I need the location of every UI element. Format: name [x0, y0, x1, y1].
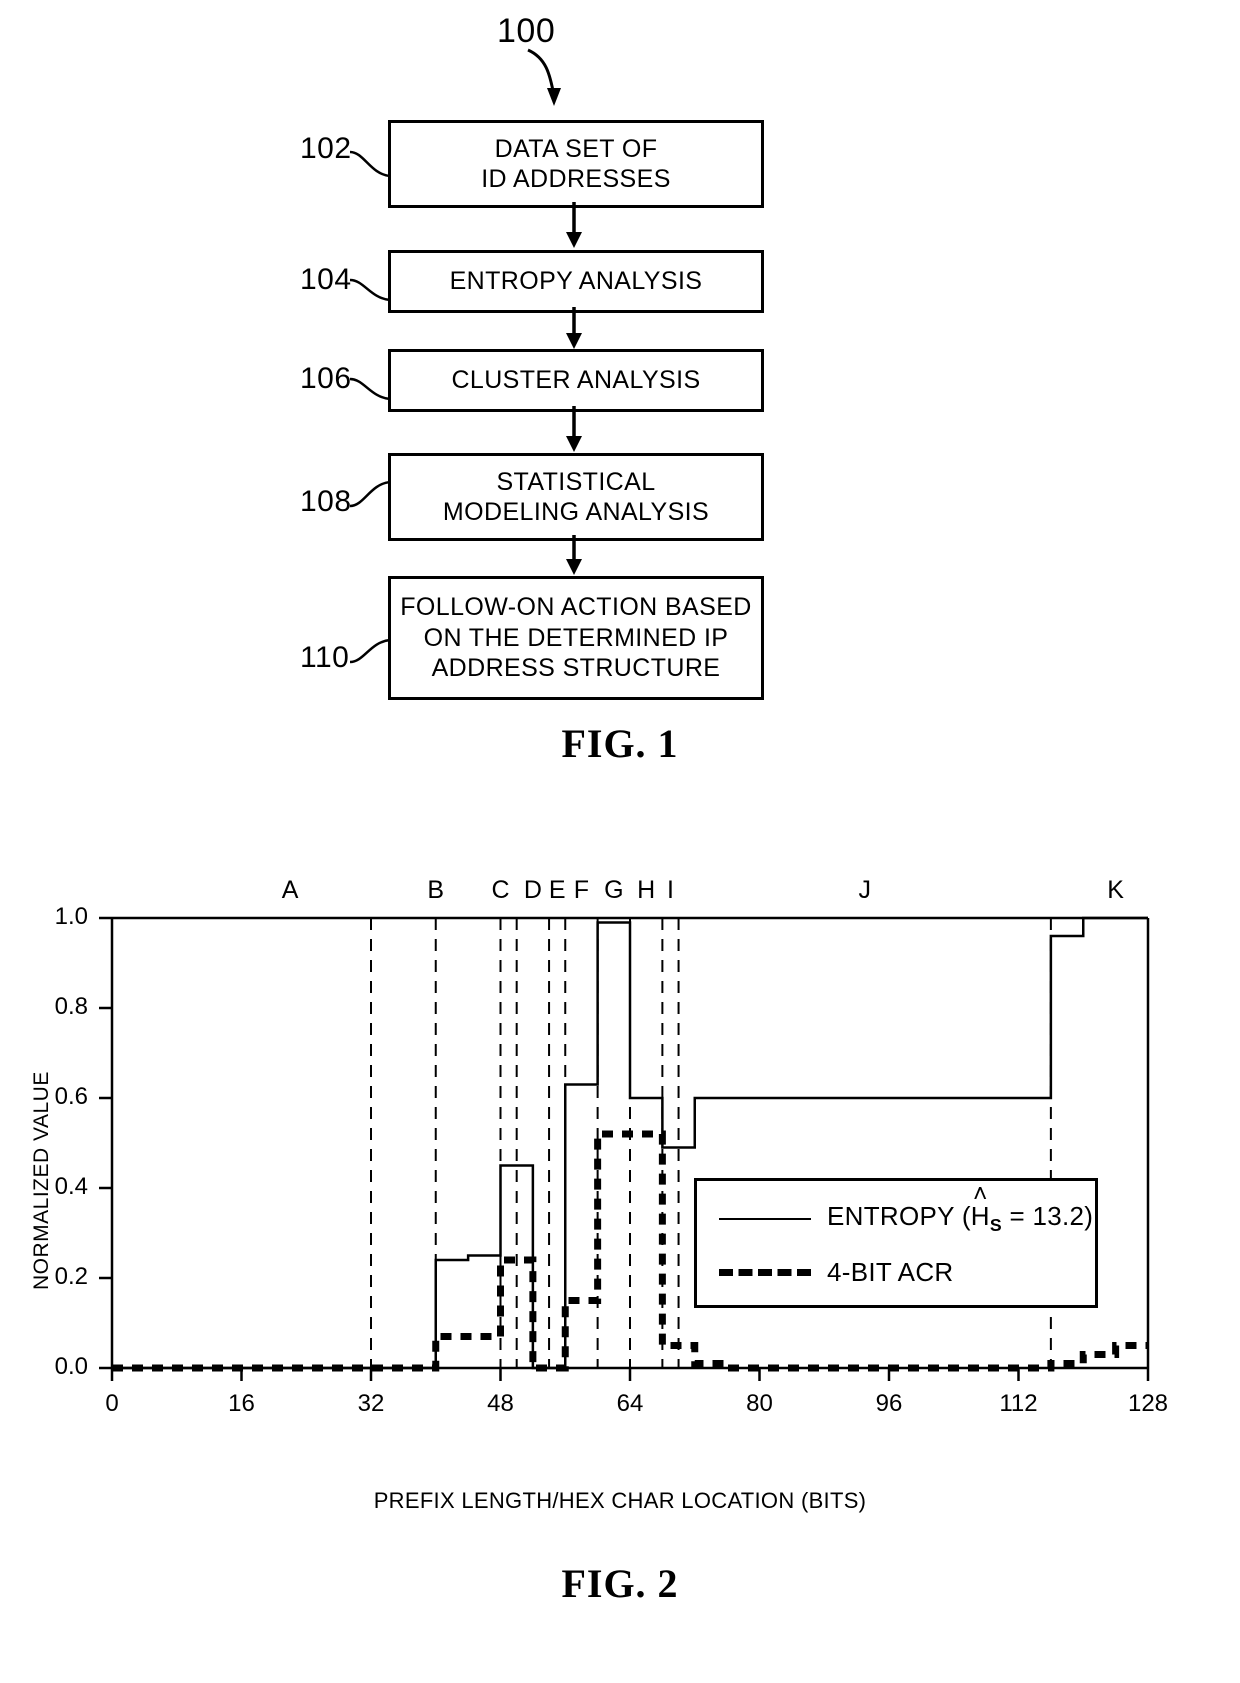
- flow-step-follow-on-action: FOLLOW-ON ACTION BASED ON THE DETERMINED…: [388, 576, 764, 700]
- legend-label-entropy: ENTROPY (˄ HS = 13.2): [827, 1181, 1094, 1236]
- x-axis-title: PREFIX LENGTH/HEX CHAR LOCATION (BITS): [373, 1488, 867, 1513]
- y-tick-label: 0.4: [54, 1173, 88, 1200]
- flow-step-data-set-of-id-addresses: DATA SET OF ID ADDRESSES: [388, 120, 764, 208]
- figure-1: 100 102 DATA SET OF ID ADDRESSES 104 ENT…: [0, 0, 1240, 800]
- flow-arrow-104-to-106-icon: [566, 307, 582, 349]
- flow-step-104-line-1: ENTROPY ANALYSIS: [449, 267, 703, 296]
- flow-step-entropy-analysis: ENTROPY ANALYSIS: [388, 250, 764, 313]
- cluster-label-a: A: [281, 876, 299, 904]
- x-tick-label: 0: [105, 1390, 119, 1417]
- chart-legend: ENTROPY (˄ HS = 13.2) 4-BIT ACR: [694, 1178, 1098, 1308]
- figure-1-diagram-ref: 100: [497, 12, 556, 50]
- figure-2-caption: FIG. 2: [561, 1561, 679, 1606]
- legend-label-acr: 4-BIT ACR: [827, 1257, 954, 1287]
- cluster-label-i: I: [666, 876, 674, 904]
- x-tick-label: 48: [487, 1390, 514, 1417]
- y-tick-label: 0.6: [54, 1083, 88, 1110]
- legend-item-entropy: ENTROPY (˄ HS = 13.2): [719, 1181, 1094, 1236]
- leader-line-106-icon: [349, 377, 391, 401]
- flow-step-102-line-1: DATA SET OF: [494, 134, 658, 163]
- step-ref-108: 108: [300, 485, 352, 518]
- x-tick-label: 112: [999, 1390, 1038, 1417]
- cluster-label-k: K: [1107, 876, 1124, 904]
- x-tick-label: 96: [875, 1390, 903, 1417]
- flow-step-108-line-2: MODELING ANALYSIS: [442, 498, 710, 526]
- flow-arrow-108-to-110-icon: [566, 535, 582, 575]
- x-tick-label: 80: [746, 1390, 773, 1417]
- cluster-label-b: B: [427, 876, 445, 904]
- step-ref-110: 110: [300, 641, 350, 674]
- legend-item-acr: 4-BIT ACR: [719, 1257, 953, 1288]
- flow-arrow-106-to-108-icon: [566, 406, 582, 452]
- hat-accent-icon: ˄: [972, 1181, 988, 1209]
- figure-1-caption: FIG. 1: [561, 721, 679, 766]
- x-tick-label: 128: [1127, 1390, 1169, 1417]
- cluster-label-j: J: [858, 876, 871, 904]
- step-ref-106: 106: [300, 362, 352, 395]
- x-tick-label: 16: [228, 1390, 255, 1417]
- flow-step-cluster-analysis: CLUSTER ANALYSIS: [388, 349, 764, 412]
- leader-line-102-icon: [349, 150, 391, 178]
- flow-step-110-line-1: FOLLOW-ON ACTION BASED: [400, 593, 752, 622]
- chart-plot-area: [99, 916, 1150, 1381]
- flow-step-110-line-2: ON THE DETERMINED IP: [423, 623, 729, 652]
- flow-arrow-102-to-104-icon: [566, 202, 582, 248]
- flow-step-102-line-2: ID ADDRESSES: [481, 165, 671, 193]
- leader-line-104-icon: [349, 278, 391, 302]
- x-tick-label: 32: [357, 1390, 385, 1417]
- legend-line-solid-icon: [719, 1217, 811, 1220]
- flow-step-108-line-1: STATISTICAL: [496, 467, 656, 496]
- step-ref-104: 104: [300, 263, 352, 296]
- figure-2: NORMALIZED VALUE 0.0 0.2 0.4 0.6 0.8 1.0 0 16 3…: [0, 860, 1240, 1680]
- y-tick-label: 0.8: [54, 993, 88, 1020]
- flow-step-110-line-3: ADDRESS STRUCTURE: [431, 654, 721, 683]
- x-tick-label: 64: [616, 1390, 644, 1417]
- step-ref-102: 102: [300, 132, 352, 165]
- leader-line-108-icon: [349, 480, 391, 508]
- leader-line-110-icon: [349, 638, 391, 664]
- y-tick-label: 0.2: [54, 1263, 88, 1290]
- legend-line-dashed-icon: [719, 1269, 811, 1276]
- y-tick-label: 0.0: [54, 1353, 88, 1380]
- diagram-ref-arrow-icon: [527, 48, 561, 106]
- flow-step-statistical-modeling-analysis: STATISTICAL MODELING ANALYSIS: [388, 453, 764, 541]
- y-tick-label: 1.0: [54, 903, 88, 930]
- flow-step-106-line-1: CLUSTER ANALYSIS: [451, 366, 701, 395]
